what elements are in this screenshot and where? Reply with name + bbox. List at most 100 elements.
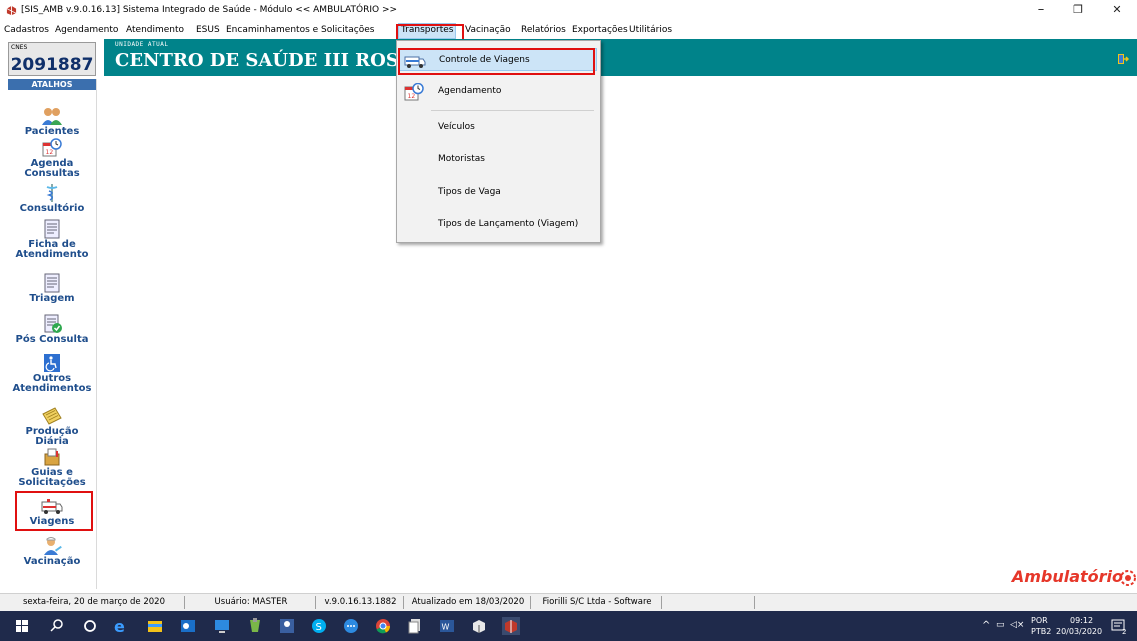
tray-chevron-icon[interactable]: ^ <box>982 621 990 631</box>
app-icon-box[interactable] <box>469 616 489 636</box>
work-area <box>97 76 1137 593</box>
close-button[interactable]: ✕ <box>1099 0 1135 22</box>
accessibility-icon <box>44 354 60 372</box>
maximize-button[interactable]: ❐ <box>1060 0 1096 22</box>
status-date: sexta-feira, 20 de março de 2020 <box>4 596 185 609</box>
ambulance-icon <box>404 56 426 68</box>
unit-label: UNIDADE ATUAL <box>115 41 169 48</box>
notification-count: 2 <box>1122 628 1127 636</box>
shortcut-agenda-consultas[interactable]: 12 Agenda Consultas <box>8 138 96 179</box>
svg-text:e: e <box>114 617 125 636</box>
file-explorer-icon[interactable] <box>145 616 165 636</box>
menu-item-tipos-de-lancamento[interactable]: Tipos de Lançamento (Viagem) <box>399 213 597 236</box>
brand-logo-icon <box>1120 570 1136 586</box>
clock-date[interactable]: 20/03/2020 <box>1056 627 1102 636</box>
shortcut-consultorio[interactable]: Consultório <box>8 183 96 214</box>
chat-icon[interactable] <box>341 616 361 636</box>
mailbox-icon <box>44 448 60 466</box>
shortcut-viagens[interactable]: Viagens <box>8 496 96 527</box>
edge-browser-icon[interactable]: e <box>111 616 131 636</box>
status-version: v.9.0.16.13.1882 <box>318 596 404 609</box>
app-icon-generic[interactable] <box>245 616 265 636</box>
shortcut-ficha-atendimento[interactable]: Ficha de Atendimento <box>8 219 96 260</box>
patients-icon <box>42 108 62 125</box>
shortcut-label: Pacientes <box>24 126 80 137</box>
taskbar: e S W ^ ▭ ◁× POR PTB2 09:12 20/03/2020 2 <box>0 611 1137 641</box>
shortcut-label: Guias e Solicitações <box>18 467 86 488</box>
shortcut-pos-consulta[interactable]: Pós Consulta <box>8 314 96 345</box>
menu-transportes[interactable]: Transportes <box>398 23 457 39</box>
menu-item-label: Tipos de Lançamento (Viagem) <box>438 219 579 229</box>
menu-item-label: Tipos de Vaga <box>438 187 501 197</box>
menu-vacinacao[interactable]: Vacinação <box>465 25 511 35</box>
window-title: [SIS_AMB v.9.0.16.13] Sistema Integrado … <box>21 5 398 15</box>
nurse-icon <box>44 537 62 555</box>
menu-relatorios[interactable]: Relatórios <box>521 25 566 35</box>
caduceus-icon <box>46 184 58 202</box>
menu-item-controle-viagens[interactable]: Controle de Viagens <box>399 48 597 71</box>
menu-utilitarios[interactable]: Utilitários <box>629 25 672 35</box>
skype-icon[interactable]: S <box>309 616 329 636</box>
network-icon[interactable]: ▭ <box>996 621 1005 630</box>
shortcut-label: Agenda Consultas <box>24 158 80 179</box>
chrome-icon[interactable] <box>373 616 393 636</box>
keyboard-layout[interactable]: PTB2 <box>1031 627 1051 636</box>
menu-item-agendamento[interactable]: 12 Agendamento <box>399 80 597 103</box>
minimize-button[interactable]: – <box>1023 0 1059 22</box>
shortcut-vacinacao[interactable]: Vacinação <box>8 536 96 567</box>
shortcut-producao-diaria[interactable]: Produção Diária <box>8 406 96 447</box>
cortana-icon[interactable] <box>80 616 100 636</box>
menu-agendamento[interactable]: Agendamento <box>55 25 118 35</box>
documents-icon[interactable] <box>405 616 425 636</box>
menu-exportacoes[interactable]: Exportações <box>572 25 628 35</box>
status-user: Usuário: MASTER <box>187 596 316 609</box>
menu-separator <box>431 110 594 111</box>
svg-text:12: 12 <box>408 93 416 100</box>
calendar-clock-icon: 12 <box>42 138 62 157</box>
shortcut-label: Viagens <box>29 516 75 527</box>
sis-amb-taskbar-icon[interactable] <box>501 616 521 636</box>
sidebar-title: ATALHOS <box>8 79 96 90</box>
language-indicator[interactable]: POR <box>1031 616 1048 625</box>
svg-text:W: W <box>442 623 450 632</box>
menu-item-tipos-de-vaga[interactable]: Tipos de Vaga <box>399 181 597 204</box>
volume-icon[interactable]: ◁× <box>1010 621 1024 630</box>
form-check-icon <box>44 314 62 333</box>
menu-item-motoristas[interactable]: Motoristas <box>399 148 597 171</box>
remote-desktop-icon[interactable] <box>212 616 232 636</box>
menu-item-veiculos[interactable]: Veículos <box>399 116 597 139</box>
menu-esus[interactable]: ESUS <box>196 25 220 35</box>
brand-text: Ambulatório <box>1011 567 1123 586</box>
status-company: Fiorilli S/C Ltda - Software <box>533 596 662 609</box>
unit-header: UNIDADE ATUAL CENTRO DE SAÚDE III ROSA B… <box>104 39 1137 76</box>
shortcut-pacientes[interactable]: Pacientes <box>8 106 96 137</box>
shortcut-label: Ficha de Atendimento <box>15 239 89 260</box>
shortcut-outros-atendimentos[interactable]: Outros Atendimentos <box>8 353 96 394</box>
shortcut-guias-solicitacoes[interactable]: Guias e Solicitações <box>8 447 96 488</box>
search-icon[interactable] <box>47 616 67 636</box>
windows-start-icon[interactable] <box>12 616 32 636</box>
status-bar: sexta-feira, 20 de março de 2020 Usuário… <box>0 593 1137 611</box>
menu-item-label: Veículos <box>438 122 475 132</box>
svg-text:12: 12 <box>46 149 54 156</box>
app-icon <box>6 5 17 16</box>
shortcut-triagem[interactable]: Triagem <box>8 273 96 304</box>
word-icon[interactable]: W <box>437 616 457 636</box>
notepad-icon <box>42 407 62 425</box>
cnes-box: CNES 2091887 <box>8 42 96 76</box>
outlook-icon[interactable] <box>178 616 198 636</box>
clock-time[interactable]: 09:12 <box>1070 616 1093 625</box>
menu-cadastros[interactable]: Cadastros <box>4 25 49 35</box>
status-updated: Atualizado em 18/03/2020 <box>406 596 531 609</box>
shortcut-label: Consultório <box>19 203 85 214</box>
menu-atendimento[interactable]: Atendimento <box>126 25 184 35</box>
exit-icon[interactable] <box>1117 53 1129 65</box>
cnes-value: 2091887 <box>10 55 94 75</box>
form-icon <box>44 219 60 239</box>
cnes-label: CNES <box>11 44 28 51</box>
shortcut-label: Vacinação <box>23 556 81 567</box>
menu-encaminhamentos[interactable]: Encaminhamentos e Solicitações <box>226 25 374 35</box>
ambulance-icon <box>41 499 63 514</box>
app-icon-person[interactable] <box>277 616 297 636</box>
menu-bar: Cadastros Agendamento Atendimento ESUS E… <box>0 22 1137 39</box>
